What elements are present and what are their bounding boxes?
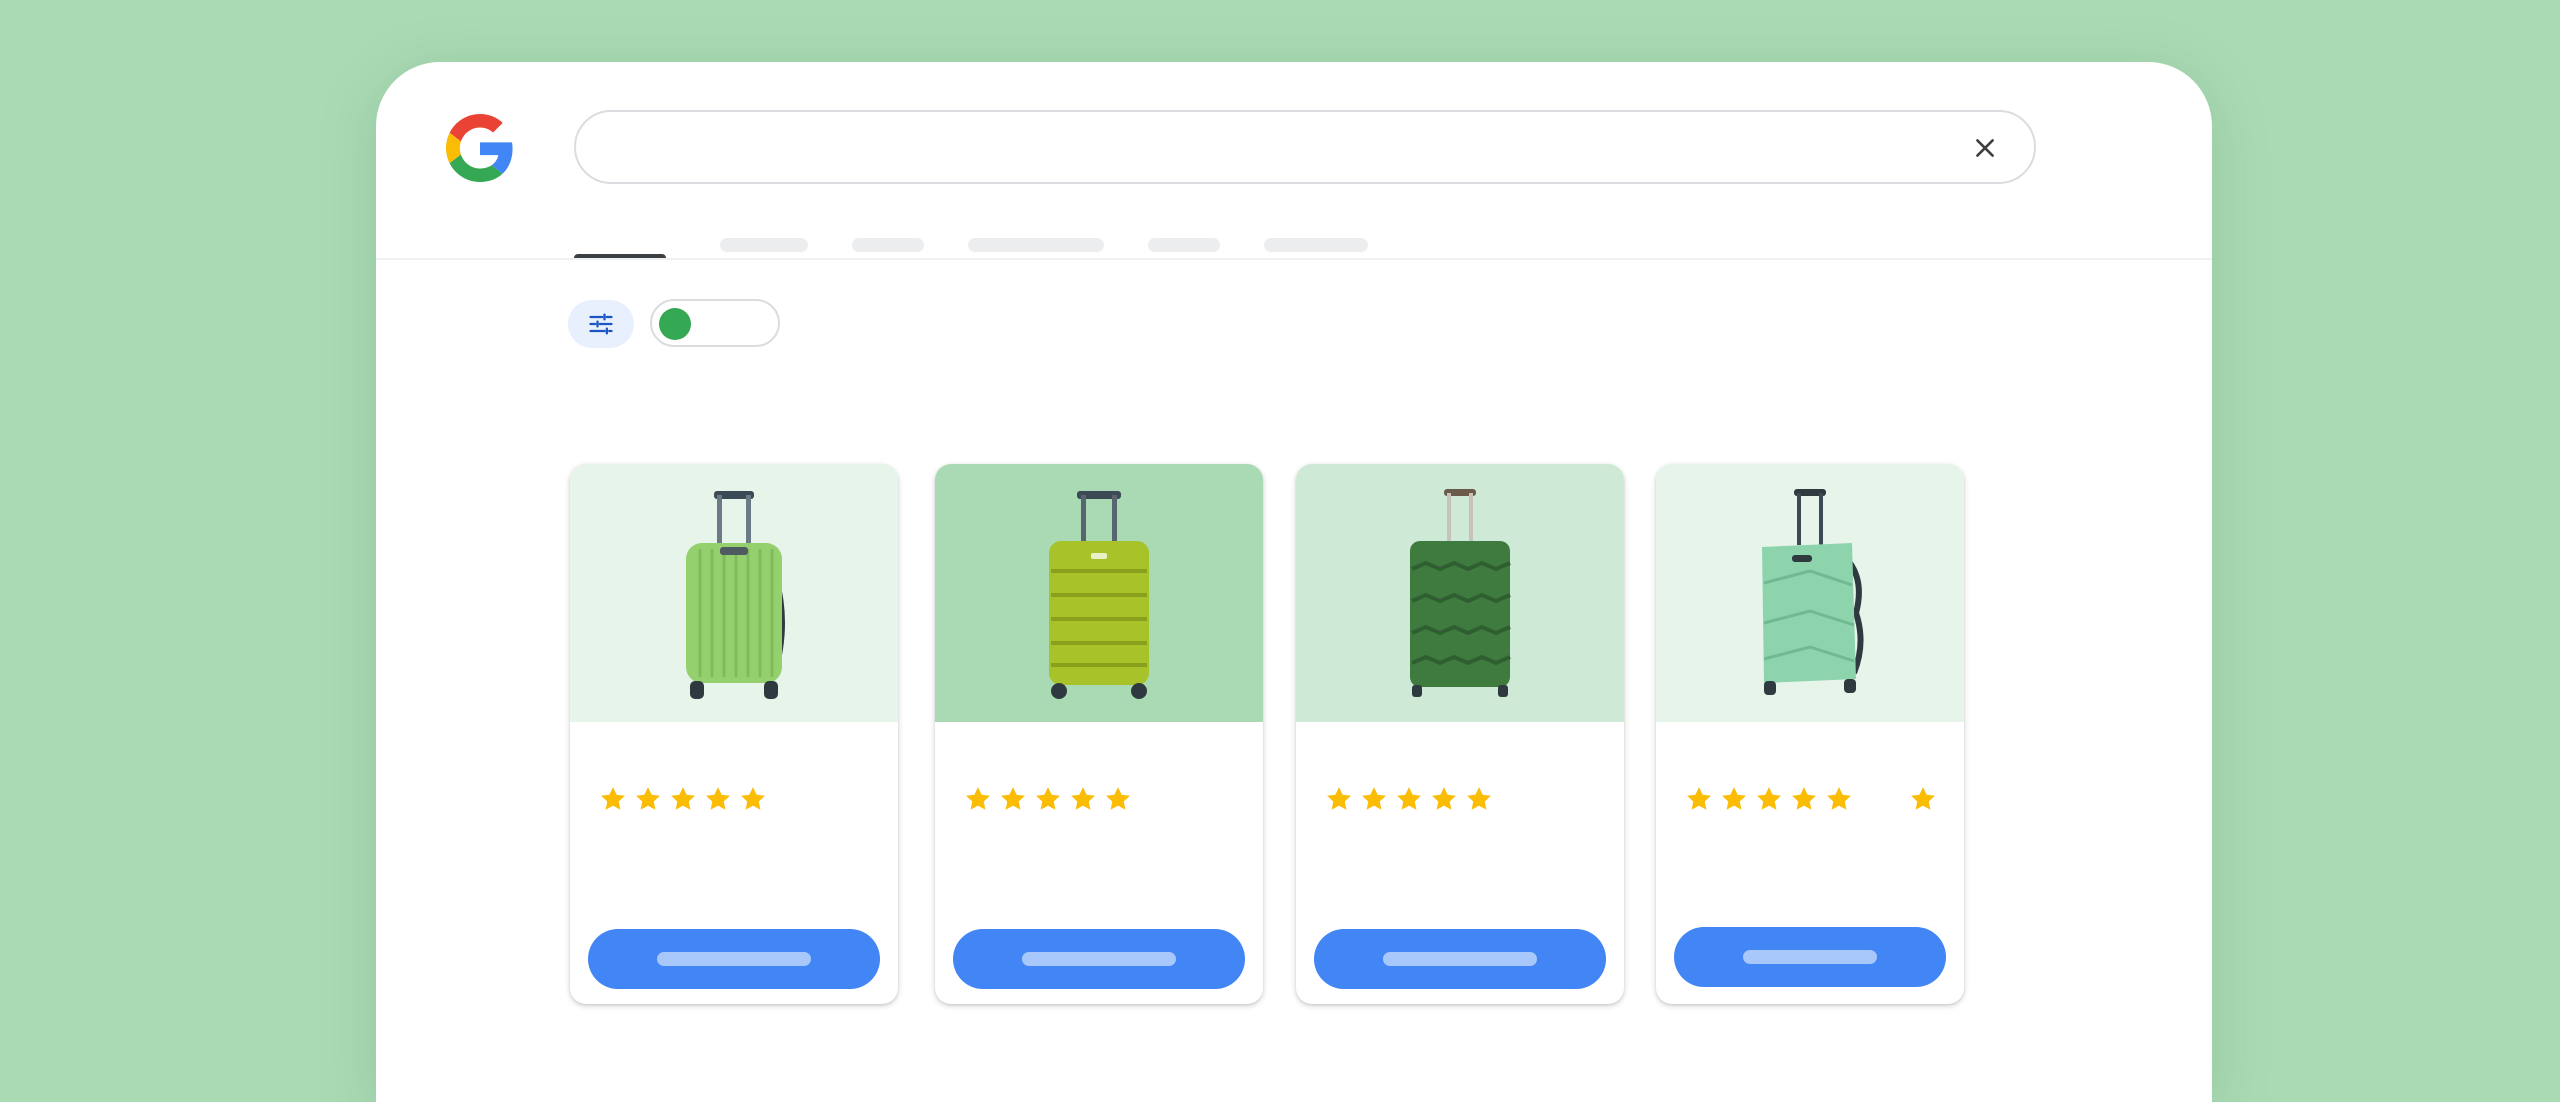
star-icon	[1327, 787, 1351, 810]
product-image[interactable]	[570, 464, 898, 722]
star-icon	[1687, 787, 1711, 810]
shop-button[interactable]	[588, 929, 880, 989]
filter-toggle[interactable]	[650, 299, 780, 347]
tab-item[interactable]	[1264, 238, 1368, 252]
product-image[interactable]	[1656, 464, 1964, 722]
star-icon	[1757, 787, 1781, 810]
lime-hardshell-suitcase	[1049, 491, 1149, 699]
header-divider	[376, 258, 2212, 260]
star-icon	[1397, 787, 1421, 810]
star-icon	[636, 787, 660, 810]
product-card[interactable]	[1656, 464, 1964, 1004]
rating-stars	[1684, 784, 1964, 816]
button-label-placeholder	[1743, 950, 1877, 964]
star-icon	[1792, 787, 1816, 810]
mint-hardshell-suitcase	[1762, 489, 1864, 695]
star-icon	[1827, 787, 1851, 810]
star-icon	[1911, 787, 1935, 810]
star-icon	[1106, 787, 1130, 810]
shop-button[interactable]	[1674, 927, 1946, 987]
tab-item[interactable]	[1148, 238, 1220, 252]
light-green-ribbed-suitcase	[686, 491, 785, 699]
star-icon	[1036, 787, 1060, 810]
rating-stars	[598, 784, 878, 816]
product-card[interactable]	[1296, 464, 1624, 1004]
star-icon	[601, 787, 625, 810]
shop-button[interactable]	[953, 929, 1245, 989]
star-icon	[966, 787, 990, 810]
rating-stars	[963, 784, 1243, 816]
search-input[interactable]	[606, 112, 1910, 184]
button-label-placeholder	[1022, 952, 1176, 966]
search-tabs	[376, 228, 2212, 258]
tab-item[interactable]	[968, 238, 1104, 252]
tab-item[interactable]	[852, 238, 924, 252]
button-label-placeholder	[1383, 952, 1537, 966]
star-icon	[1432, 787, 1456, 810]
star-icon	[1001, 787, 1025, 810]
google-g-logo[interactable]	[446, 114, 514, 182]
star-icon	[706, 787, 730, 810]
filter-button[interactable]	[568, 300, 634, 348]
close-icon[interactable]	[1972, 135, 1998, 161]
product-image[interactable]	[935, 464, 1263, 722]
product-image[interactable]	[1296, 464, 1624, 722]
rating-stars	[1324, 784, 1604, 816]
star-icon	[671, 787, 695, 810]
product-card[interactable]	[570, 464, 898, 1004]
star-icon	[1362, 787, 1386, 810]
star-icon	[1722, 787, 1746, 810]
product-card[interactable]	[935, 464, 1263, 1004]
star-icon	[1467, 787, 1491, 810]
search-bar[interactable]	[574, 110, 2036, 184]
toggle-knob	[659, 308, 691, 340]
dark-green-hardshell-suitcase	[1410, 489, 1511, 697]
button-label-placeholder	[657, 952, 811, 966]
star-icon	[741, 787, 765, 810]
shop-button[interactable]	[1314, 929, 1606, 989]
browser-window	[376, 62, 2212, 1102]
star-icon	[1071, 787, 1095, 810]
tune-sliders-icon	[589, 313, 613, 335]
tab-item[interactable]	[720, 238, 808, 252]
